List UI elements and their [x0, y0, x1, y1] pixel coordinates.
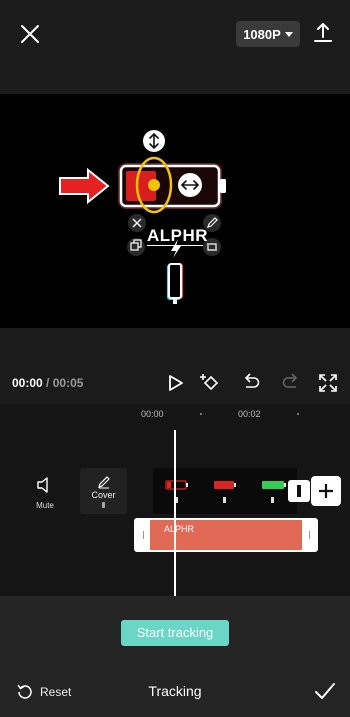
- cover-label: Cover: [91, 489, 116, 500]
- undo-icon: [244, 373, 260, 388]
- ruler-tick: [200, 413, 202, 415]
- fullscreen-button[interactable]: [318, 373, 338, 393]
- overlay-clip-label: ALPHR: [164, 524, 195, 534]
- split-button[interactable]: [288, 480, 310, 502]
- clip-trim-handle-left[interactable]: [136, 520, 150, 550]
- resolution-label: 1080P: [243, 26, 281, 42]
- tracking-panel: Start tracking Reset Tracking: [0, 596, 350, 717]
- plus-icon: [319, 484, 333, 498]
- current-time: 00:00: [12, 376, 43, 390]
- cover-button[interactable]: Cover: [80, 468, 127, 514]
- timecode: 00:00 / 00:05: [12, 376, 83, 390]
- ruler-tick: [297, 413, 299, 415]
- close-icon: [21, 25, 39, 43]
- copy-overlay-button[interactable]: [127, 238, 145, 256]
- redo-button[interactable]: [281, 373, 301, 393]
- confirm-button[interactable]: [314, 680, 336, 702]
- pointer-arrow-icon: [59, 167, 110, 205]
- plug-graphic: [167, 263, 183, 304]
- video-preview[interactable]: ALPHR: [0, 94, 350, 328]
- panel-title: Tracking: [148, 683, 202, 699]
- ruler-label: 00:00: [141, 409, 164, 419]
- vertical-resize-handle[interactable]: [143, 130, 165, 152]
- playhead[interactable]: [174, 430, 176, 596]
- start-tracking-button[interactable]: Start tracking: [121, 620, 229, 646]
- mute-label: Mute: [36, 501, 54, 510]
- export-icon: [314, 23, 332, 42]
- undo-button[interactable]: [241, 373, 261, 393]
- play-button[interactable]: [165, 373, 185, 393]
- overlay-logo-text: ALPHR: [147, 226, 209, 246]
- ruler-label: 00:02: [238, 409, 261, 419]
- redo-icon: [282, 373, 298, 388]
- close-button[interactable]: [18, 22, 42, 46]
- top-bar: 1080P: [0, 0, 350, 94]
- mute-icon: [37, 477, 48, 493]
- export-button[interactable]: [312, 20, 334, 44]
- cover-indicator: [102, 501, 105, 508]
- clip-trim-handle-right[interactable]: [302, 520, 316, 550]
- horizontal-resize-handle[interactable]: [178, 173, 202, 197]
- mute-button[interactable]: Mute: [34, 476, 56, 510]
- fullscreen-icon: [319, 374, 337, 392]
- split-icon: [297, 485, 301, 497]
- keyframe-icon: [200, 374, 219, 391]
- check-icon: [315, 683, 335, 699]
- edit-icon: [97, 475, 110, 488]
- preview-canvas: [59, 130, 226, 304]
- tracking-target-dot[interactable]: [148, 179, 160, 191]
- playback-controls: 00:00 / 00:05: [0, 328, 350, 404]
- play-icon: [169, 375, 183, 391]
- total-time: 00:05: [52, 376, 84, 390]
- delete-overlay-button[interactable]: [128, 214, 146, 232]
- overlay-clip[interactable]: ALPHR: [134, 518, 318, 552]
- chevron-down-icon: [284, 31, 293, 37]
- add-clip-button[interactable]: [311, 476, 341, 506]
- resolution-dropdown[interactable]: 1080P: [236, 21, 300, 47]
- keyframe-button[interactable]: [200, 373, 220, 393]
- time-separator: /: [46, 376, 50, 390]
